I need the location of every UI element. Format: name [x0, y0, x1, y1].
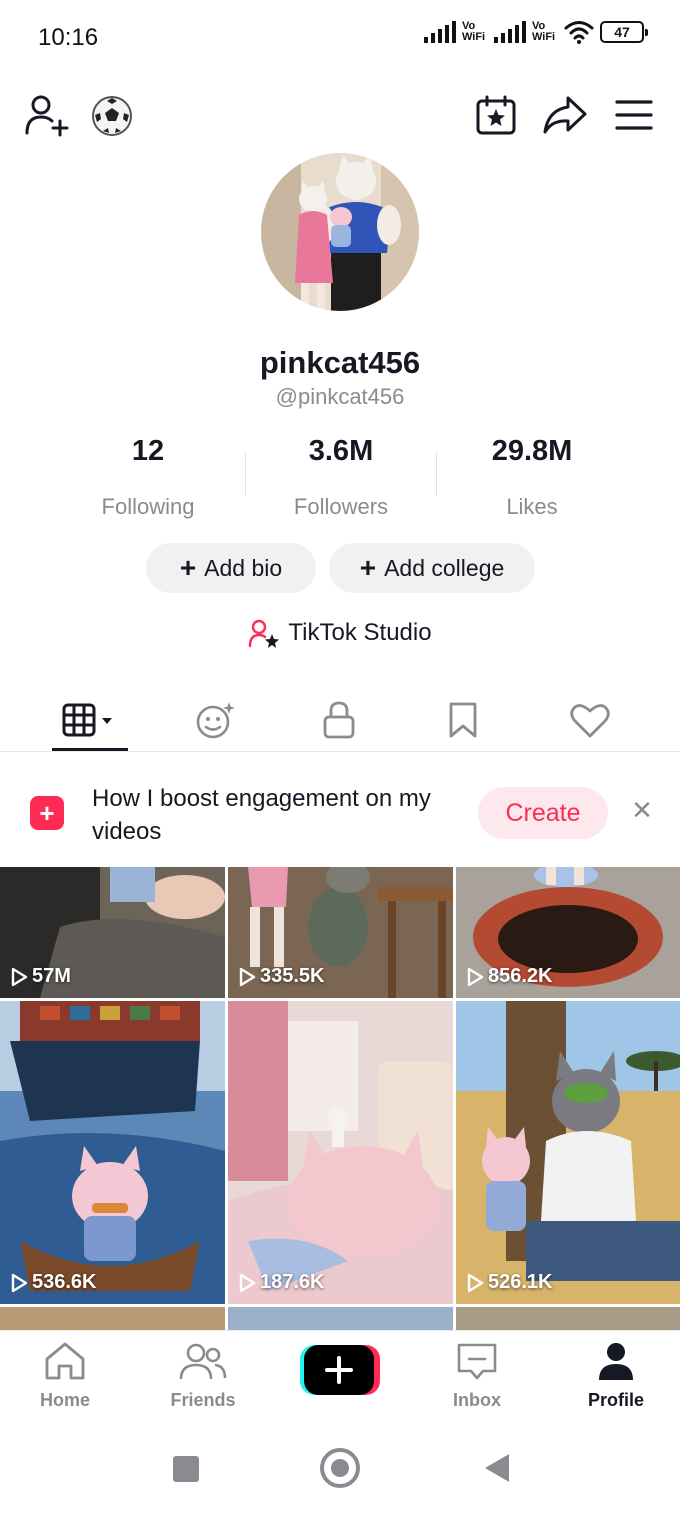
reposts-icon [196, 702, 235, 739]
calendar-star-icon[interactable] [473, 92, 519, 138]
promo-text: How I boost engagement on my videos [92, 785, 431, 845]
nav-home[interactable]: Home [5, 1341, 125, 1411]
video-thumbnail[interactable]: 526.1K [456, 1001, 680, 1304]
view-count-label: 856.2K [488, 965, 553, 987]
avatar[interactable] [261, 153, 419, 311]
video-thumbnail[interactable]: 856.2K [456, 867, 680, 998]
soccer-ball-icon[interactable] [90, 94, 134, 138]
status-bar: 10:16 Vo WiFi Vo WiFi 47 [0, 0, 680, 76]
view-count: 335.5K [238, 965, 325, 988]
nav-friends[interactable]: Friends [143, 1341, 263, 1411]
add-college-button[interactable]: + Add college [329, 543, 535, 593]
stat-label: Followers [293, 494, 389, 519]
nav-inbox-label: Inbox [453, 1390, 501, 1410]
tab-saved[interactable] [428, 688, 498, 752]
create-video-button[interactable] [300, 1345, 380, 1397]
home-icon [45, 1342, 85, 1380]
share-icon[interactable] [540, 92, 590, 138]
view-count: 856.2K [466, 965, 553, 988]
username-handle: @pinkcat456 [275, 384, 405, 409]
nav-profile-label: Profile [587, 1390, 644, 1410]
video-thumbnail[interactable]: 335.5K [228, 867, 453, 998]
stat-label: Following [101, 494, 195, 519]
nav-inbox[interactable]: Inbox [417, 1341, 537, 1411]
wifi-icon [564, 21, 594, 44]
plus-icon: + [359, 552, 377, 583]
view-count-label: 187.6K [260, 1271, 325, 1293]
studio-icon [249, 619, 280, 648]
engagement-promo: + How I boost engagement on my videos Cr… [0, 760, 680, 866]
video-thumbnail[interactable]: 536.6K [0, 1001, 225, 1304]
bottom-navigation: Home Friends Inbox Profile [0, 1330, 680, 1428]
back-button[interactable] [483, 1452, 511, 1484]
tiktok-studio-link[interactable]: TikTok Studio [0, 618, 680, 648]
add-college-label: Add college [384, 554, 505, 581]
stat-value: 29.8M [491, 435, 573, 467]
view-count-label: 335.5K [260, 965, 325, 987]
lock-icon [323, 701, 355, 739]
stat-following[interactable]: 12 Following [48, 435, 248, 520]
view-count-label: 57M [32, 965, 71, 987]
recents-button[interactable] [173, 1456, 199, 1482]
add-friend-icon[interactable] [22, 92, 72, 138]
create-button[interactable]: Create [478, 787, 608, 839]
stat-label: Likes [506, 494, 558, 519]
friends-icon [179, 1343, 227, 1380]
stat-followers[interactable]: 3.6M Followers [241, 435, 441, 520]
add-bio-label: Add bio [204, 554, 283, 581]
nav-profile[interactable]: Profile [556, 1341, 676, 1411]
stat-value: 12 [131, 435, 165, 467]
promo-plus-icon: + [30, 796, 64, 830]
menu-icon[interactable] [612, 94, 656, 136]
plus-icon: + [179, 552, 197, 583]
content-tabs [0, 688, 680, 752]
status-icons: Vo WiFi Vo WiFi 47 [424, 20, 648, 44]
tab-videos[interactable] [52, 688, 128, 752]
tab-liked[interactable] [554, 688, 626, 752]
vowifi-label: Vo WiFi [532, 20, 556, 43]
system-navigation [0, 1428, 680, 1513]
heart-icon [570, 704, 610, 738]
signal-icon [424, 21, 456, 43]
view-count: 526.1K [466, 1271, 553, 1294]
play-icon [467, 967, 484, 986]
nav-friends-label: Friends [170, 1390, 236, 1410]
tab-private[interactable] [304, 688, 374, 752]
studio-label: TikTok Studio [288, 619, 432, 646]
close-icon[interactable]: ✕ [628, 795, 656, 825]
view-count: 187.6K [238, 1271, 325, 1294]
home-system-button[interactable] [320, 1448, 360, 1488]
tab-reposts[interactable] [180, 688, 250, 752]
play-icon [467, 1273, 484, 1292]
play-icon [11, 1273, 28, 1292]
vowifi-label: Vo WiFi [462, 20, 486, 43]
stat-value: 3.6M [308, 435, 374, 467]
inbox-icon [457, 1343, 497, 1380]
display-name: pinkcat456 [259, 345, 421, 380]
profile-icon [599, 1343, 633, 1380]
grid-icon [62, 703, 112, 737]
nav-home-label: Home [39, 1390, 90, 1410]
stat-likes[interactable]: 29.8M Likes [432, 435, 632, 520]
status-time: 10:16 [38, 24, 99, 51]
active-tab-indicator [52, 748, 128, 751]
video-thumbnail[interactable]: 57M [0, 867, 225, 998]
play-icon [11, 967, 28, 986]
signal-icon [494, 21, 526, 43]
add-bio-button[interactable]: + Add bio [146, 543, 316, 593]
play-icon [239, 967, 256, 986]
play-icon [239, 1273, 256, 1292]
view-count-label: 536.6K [32, 1271, 97, 1293]
view-count: 536.6K [10, 1271, 97, 1294]
video-thumbnail[interactable]: 187.6K [228, 1001, 453, 1304]
create-icon [300, 1345, 380, 1395]
bookmark-icon [449, 702, 477, 738]
video-grid: 57M 335.5K 856.2K 536.6K 187.6K 526.1K [0, 867, 680, 1333]
view-count-label: 526.1K [488, 1271, 553, 1293]
battery-icon: 47 [600, 21, 648, 43]
view-count: 57M [10, 965, 71, 988]
